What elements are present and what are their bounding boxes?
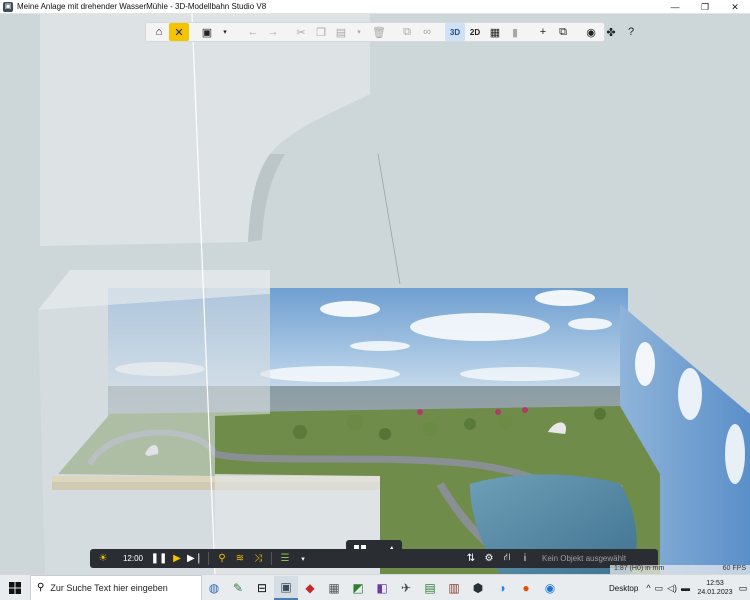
- layers-icon[interactable]: ⧉: [553, 23, 573, 41]
- clock-time: 12:53: [706, 580, 724, 587]
- play-icon[interactable]: ▶: [168, 549, 186, 568]
- chevron-down-icon[interactable]: ▾: [294, 549, 312, 568]
- lock-icon[interactable]: ▮: [505, 23, 525, 41]
- media-app-icon[interactable]: ▦: [322, 576, 346, 600]
- taskbar-search[interactable]: ⚲ Zur Suche Text hier eingeben: [30, 574, 202, 600]
- scene-render: [0, 14, 750, 574]
- paste-icon[interactable]: ▤: [331, 23, 351, 41]
- save-icon[interactable]: ▣: [197, 23, 217, 41]
- layers-stack-icon[interactable]: ≋: [231, 549, 249, 568]
- stack-icon[interactable]: ☰: [276, 549, 294, 568]
- scale-info: 1:87 (H0) in mm 60 FPS: [610, 565, 750, 574]
- pause-icon[interactable]: ❚❚: [150, 549, 168, 568]
- bar-separator: [208, 552, 209, 565]
- windows-start-icon[interactable]: [0, 575, 30, 600]
- hierarchy-icon[interactable]: ⛙: [498, 549, 516, 568]
- main-toolbar: ⌂ ✕ ▣ ▾ ← → ✂ ❐ ▤ ▾ 🗑 ⧉ ∞ 3D 2D ▦ ▮ + ⧉ …: [145, 22, 634, 42]
- globe-app-icon[interactable]: ◍: [202, 576, 226, 600]
- task-view-icon[interactable]: ⊟: [250, 576, 274, 600]
- gallery-app-icon[interactable]: ◩: [346, 576, 370, 600]
- desktop-label[interactable]: Desktop: [609, 584, 638, 593]
- 3d-viewport[interactable]: [0, 14, 750, 574]
- browser-app-icon[interactable]: ◑: [490, 576, 514, 600]
- home-icon[interactable]: ⌂: [149, 23, 169, 41]
- minimize-button[interactable]: —: [660, 0, 690, 14]
- tools-icon[interactable]: ✕: [169, 23, 189, 41]
- firefox-icon[interactable]: ●: [514, 576, 538, 600]
- close-button[interactable]: ✕: [720, 0, 750, 14]
- copy-icon[interactable]: ❐: [311, 23, 331, 41]
- drawing-app-icon[interactable]: ✎: [226, 576, 250, 600]
- paste-dropdown-icon[interactable]: ▾: [349, 23, 369, 41]
- skip-icon[interactable]: ▶❘: [186, 549, 204, 568]
- grid-icon[interactable]: ▦: [485, 23, 505, 41]
- redo-icon[interactable]: →: [263, 23, 283, 41]
- edge-icon[interactable]: ◉: [538, 576, 562, 600]
- clock-date: 24.01.2023: [697, 589, 733, 596]
- scale-label: 1:87 (H0) in mm: [614, 565, 665, 572]
- bar-separator: [271, 552, 272, 565]
- link-icon[interactable]: ∞: [417, 23, 437, 41]
- gear-icon[interactable]: ⚙: [480, 549, 498, 568]
- view-3d-button[interactable]: 3D: [445, 23, 465, 41]
- selection-status: Kein Objekt ausgewählt: [542, 554, 627, 563]
- keyboard-icon[interactable]: ▬: [681, 583, 690, 593]
- title-bar: ▣ Meine Anlage mit drehender WasserMühle…: [0, 0, 750, 14]
- cube-app-icon[interactable]: ⬢: [466, 576, 490, 600]
- fps-label: 60 FPS: [722, 565, 746, 572]
- bird-app-icon[interactable]: ✈: [394, 576, 418, 600]
- cut-icon[interactable]: ✂: [291, 23, 311, 41]
- modellbahn-app-icon[interactable]: ▣: [274, 575, 298, 600]
- view-2d-button[interactable]: 2D: [465, 23, 485, 41]
- undo-icon[interactable]: ←: [243, 23, 263, 41]
- maximize-button[interactable]: ❐: [690, 0, 720, 14]
- train-app-icon[interactable]: ▤: [418, 576, 442, 600]
- info-icon[interactable]: i: [516, 549, 534, 568]
- save-dropdown-icon[interactable]: ▾: [215, 23, 235, 41]
- search-icon: ⚲: [37, 582, 45, 593]
- delete-icon[interactable]: 🗑: [369, 23, 389, 41]
- studio-app-icon[interactable]: ◧: [370, 576, 394, 600]
- app-icon: ▣: [3, 1, 13, 12]
- duplicate-icon[interactable]: ⧉: [397, 23, 417, 41]
- notification-icon[interactable]: ▭: [736, 583, 750, 594]
- search-placeholder: Zur Suche Text hier eingeben: [50, 582, 168, 593]
- window-controls: — ❐ ✕: [660, 0, 750, 14]
- pdf-app-icon[interactable]: ◆: [298, 576, 322, 600]
- plugin-icon[interactable]: ✤: [601, 23, 621, 41]
- help-icon[interactable]: ?: [621, 23, 641, 41]
- shuffle-icon[interactable]: ⤨: [249, 549, 267, 568]
- windows-taskbar: ⚲ Zur Suche Text hier eingeben ◍ ✎ ⊟ ▣ ◆…: [0, 574, 750, 600]
- volume-icon[interactable]: ◁): [667, 583, 677, 594]
- network-icon[interactable]: ▭: [655, 583, 664, 594]
- search-icon[interactable]: ⚲: [213, 549, 231, 568]
- system-tray: Desktop ^ ▭ ◁) ▬ 12:53 24.01.2023 ▭: [609, 575, 750, 600]
- sliders-icon[interactable]: ⇅: [462, 549, 480, 568]
- simulation-bar: ☀ 12:00 ❚❚ ▶ ▶❘ ⚲ ≋ ⤨ ☰ ▾ ⇅ ⚙ ⛙ i Kein O…: [90, 549, 658, 568]
- archive-app-icon[interactable]: ▥: [442, 576, 466, 600]
- sun-icon[interactable]: ☀: [90, 549, 116, 568]
- add-icon[interactable]: +: [533, 23, 553, 41]
- window-title: Meine Anlage mit drehender WasserMühle -…: [17, 2, 267, 11]
- clock[interactable]: 12:53 24.01.2023: [694, 579, 736, 597]
- simulation-time[interactable]: 12:00: [116, 549, 150, 568]
- camera-icon[interactable]: ◉: [581, 23, 601, 41]
- chevron-up-icon[interactable]: ^: [646, 583, 650, 593]
